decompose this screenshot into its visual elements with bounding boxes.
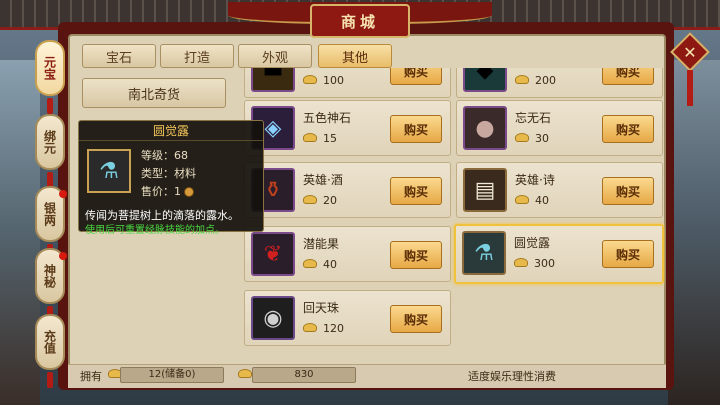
- item-price: 300: [534, 257, 555, 270]
- buy-button[interactable]: 购买: [390, 177, 442, 205]
- potential-fruit-icon: ❦: [251, 232, 295, 276]
- ingot-balance: 12(储备0): [120, 367, 224, 383]
- buy-button[interactable]: 购买: [390, 115, 442, 143]
- side-tab-shenmi[interactable]: 神秘: [35, 248, 67, 304]
- item-price: 15: [323, 132, 337, 145]
- buy-button[interactable]: 购买: [390, 305, 442, 333]
- tab-other[interactable]: 其他: [318, 44, 392, 68]
- ingot-icon: [303, 75, 317, 84]
- footer-note: 适度娱乐理性消费: [468, 370, 556, 383]
- ingot-icon: [514, 258, 528, 267]
- coin-icon: [184, 187, 194, 197]
- side-tab-label: 充值: [42, 330, 57, 354]
- item-price: 30: [535, 132, 549, 145]
- item-tooltip: 圆觉露 ⚗ 等级：68 类型：材料 售价：1 传闻为菩提树上的滴落的露水。 使用…: [78, 120, 264, 236]
- dew-bottle-icon: ⚗: [462, 231, 506, 275]
- notification-badge: [59, 190, 67, 198]
- close-tassel: [687, 70, 693, 106]
- ingot-icon: [303, 259, 317, 268]
- window-title: 商城: [340, 12, 379, 31]
- item-price: 200: [535, 74, 556, 87]
- shop-item[interactable]: ❦ 潜能果 40 购买: [244, 226, 451, 282]
- locked-balance: 830: [252, 367, 356, 383]
- close-icon[interactable]: ✕: [676, 38, 704, 66]
- item-name: 英雄·诗: [515, 173, 555, 187]
- ingot-icon: [515, 133, 529, 142]
- item-price: 120: [323, 322, 344, 335]
- ingot-icon: [303, 133, 317, 142]
- tooltip-hint: 使用后可重置经脉技能的加点。: [85, 225, 225, 236]
- tooltip-type: 类型：材料: [141, 167, 196, 180]
- shop-item[interactable]: ▬ 100 购买: [244, 68, 451, 98]
- item-price: 20: [323, 194, 337, 207]
- ingot-icon: [515, 75, 529, 84]
- tooltip-title: 圆觉露: [79, 121, 263, 141]
- side-tab-label: 元宝: [42, 56, 57, 80]
- side-tab-label: 银两: [42, 202, 57, 226]
- shop-item-selected[interactable]: ⚗ 圆觉露 300 购买: [454, 224, 664, 284]
- locked-ingot-icon: [238, 369, 252, 378]
- buy-button[interactable]: 购买: [602, 177, 654, 205]
- tab-forge[interactable]: 打造: [160, 44, 234, 68]
- shop-item[interactable]: ◉ 回天珠 120 购买: [244, 290, 451, 346]
- item-name: 忘无石: [515, 111, 552, 125]
- own-label: 拥有: [80, 370, 102, 383]
- bead-icon: ◉: [251, 296, 295, 340]
- side-tab-label: 绑元: [42, 130, 57, 154]
- poem-book-icon: ▤: [463, 168, 507, 212]
- tab-tassel: [47, 98, 53, 114]
- buy-button[interactable]: 购买: [390, 241, 442, 269]
- dew-bottle-icon: ⚗: [87, 149, 131, 193]
- ingot-icon: [303, 323, 317, 332]
- tooltip-price-text: 售价：1: [141, 185, 181, 198]
- gold-bars-icon: ▬: [251, 68, 295, 92]
- side-tab-yuanbao[interactable]: 元宝: [35, 40, 65, 96]
- buy-button[interactable]: 购买: [390, 68, 442, 85]
- item-grid: ▬ 100 购买 ◆ 200 购买 ◈ 五色神石 15 购买 ● 忘无石 30 …: [240, 68, 665, 352]
- tab-gems[interactable]: 宝石: [82, 44, 156, 68]
- forget-stone-icon: ●: [463, 106, 507, 150]
- item-name: 五色神石: [303, 111, 352, 125]
- notification-badge: [59, 252, 67, 260]
- shop-item[interactable]: ● 忘无石 30 购买: [456, 100, 663, 156]
- tooltip-level: 等级：68: [141, 149, 188, 162]
- shop-item[interactable]: ◆ 200 购买: [456, 68, 663, 98]
- ingot-icon: [303, 195, 317, 204]
- background-scenery-right: [668, 60, 720, 405]
- item-name: 圆觉露: [514, 236, 551, 250]
- tab-appearance[interactable]: 外观: [238, 44, 312, 68]
- item-price: 40: [323, 258, 337, 271]
- background-scenery-left: [0, 60, 40, 405]
- buy-button[interactable]: 购买: [602, 115, 654, 143]
- side-tab-label: 神秘: [42, 264, 57, 288]
- buy-button[interactable]: 购买: [602, 240, 654, 268]
- shop-item[interactable]: ◈ 五色神石 15 购买: [244, 100, 451, 156]
- item-name: 潜能果: [303, 237, 340, 251]
- side-tab-yinliang[interactable]: 银两: [35, 186, 67, 242]
- item-price: 40: [535, 194, 549, 207]
- shop-item[interactable]: ⚱ 英雄·酒 20 购买: [244, 162, 451, 218]
- category-item[interactable]: 南北奇货: [82, 78, 226, 108]
- jade-stone-icon: ◆: [463, 68, 507, 92]
- side-tab-bangyuan[interactable]: 绑元: [35, 114, 65, 170]
- tab-tassel: [47, 372, 53, 388]
- ingot-icon: [515, 195, 529, 204]
- buy-button[interactable]: 购买: [602, 68, 654, 85]
- item-price: 100: [323, 74, 344, 87]
- item-name: 回天珠: [303, 301, 340, 315]
- tooltip-price: 售价：1: [141, 183, 194, 199]
- window-title-plate: 商城: [310, 4, 410, 38]
- item-name: 英雄·酒: [303, 173, 343, 187]
- shop-item[interactable]: ▤ 英雄·诗 40 购买: [456, 162, 663, 218]
- side-tab-chongzhi[interactable]: 充值: [35, 314, 65, 370]
